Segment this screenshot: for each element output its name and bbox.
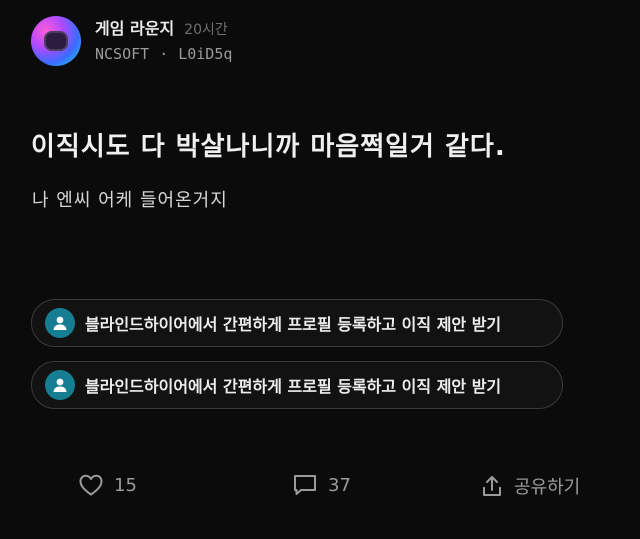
post-header: 게임 라운지 20시간 NCSOFT · L0iD5q (31, 16, 232, 66)
share-icon (480, 474, 504, 498)
channel-name[interactable]: 게임 라운지 (95, 19, 174, 38)
post-actions: 15 37 공유하기 (0, 473, 640, 507)
post-title: 이직시도 다 박살나니까 마음쩍일거 같다. (31, 132, 506, 162)
heart-icon (78, 473, 104, 497)
separator-dot: · (159, 44, 169, 63)
share-button[interactable]: 공유하기 (480, 473, 580, 499)
comment-count: 37 (328, 474, 351, 496)
post-time: 20시간 (184, 22, 228, 39)
like-button[interactable]: 15 (78, 473, 137, 497)
post-body: 나 엔씨 어케 들어온거지 (32, 190, 228, 211)
author-line: NCSOFT · L0iD5q (95, 45, 232, 63)
author-id: L0iD5q (178, 44, 233, 63)
promo-text: 블라인드하이어에서 간편하게 프로필 등록하고 이직 제안 받기 (85, 315, 502, 334)
user-icon (45, 308, 75, 338)
channel-avatar[interactable] (31, 16, 81, 66)
like-count: 15 (114, 474, 137, 496)
comment-icon (292, 473, 318, 497)
channel-line: 게임 라운지 20시간 (95, 19, 232, 39)
promo-banner[interactable]: 블라인드하이어에서 간편하게 프로필 등록하고 이직 제안 받기 (31, 299, 563, 347)
post-meta: 게임 라운지 20시간 NCSOFT · L0iD5q (95, 19, 232, 63)
promo-banner[interactable]: 블라인드하이어에서 간편하게 프로필 등록하고 이직 제안 받기 (31, 361, 563, 409)
share-label: 공유하기 (514, 477, 581, 498)
user-icon (45, 370, 75, 400)
comment-button[interactable]: 37 (292, 473, 351, 497)
company-name[interactable]: NCSOFT (95, 45, 149, 63)
promo-text: 블라인드하이어에서 간편하게 프로필 등록하고 이직 제안 받기 (85, 377, 502, 396)
